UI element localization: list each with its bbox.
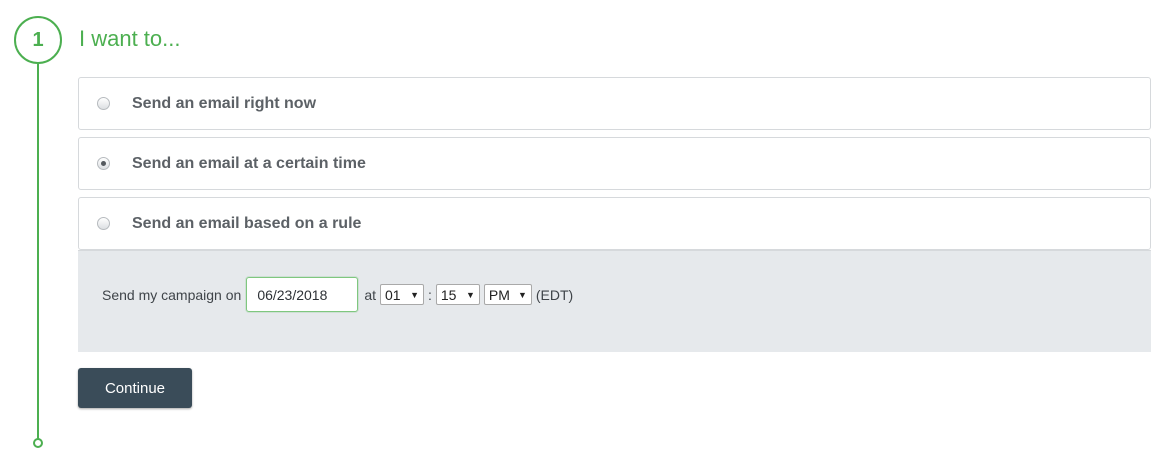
ampm-select[interactable]: PM ▼ bbox=[483, 284, 532, 305]
date-input[interactable] bbox=[246, 277, 359, 312]
at-label: at bbox=[364, 286, 376, 303]
schedule-row: Send my campaign on at 01 ▼ : 15 ▼ PM ▼ … bbox=[102, 277, 573, 312]
option-label: Send an email at a certain time bbox=[132, 154, 366, 172]
step-number: 1 bbox=[32, 28, 44, 51]
radio-send-certain-time[interactable] bbox=[97, 157, 110, 170]
option-send-by-rule[interactable]: Send an email based on a rule bbox=[78, 197, 1151, 250]
option-send-now[interactable]: Send an email right now bbox=[78, 77, 1151, 130]
dropdown-arrow-icon: ▼ bbox=[465, 289, 475, 300]
radio-send-now[interactable] bbox=[97, 97, 110, 110]
ampm-value: PM bbox=[488, 286, 510, 303]
time-colon: : bbox=[428, 286, 432, 303]
campaign-schedule-page: 1 I want to... Send an email right now S… bbox=[0, 0, 1169, 467]
radio-send-by-rule[interactable] bbox=[97, 217, 110, 230]
schedule-panel: Send my campaign on at 01 ▼ : 15 ▼ PM ▼ … bbox=[78, 250, 1151, 352]
dropdown-arrow-icon: ▼ bbox=[410, 289, 419, 300]
minute-value: 15 bbox=[440, 286, 457, 303]
timezone-label: (EDT) bbox=[535, 286, 574, 303]
hour-value: 01 bbox=[385, 286, 401, 303]
step-number-badge: 1 bbox=[14, 16, 62, 64]
step-end-dot bbox=[33, 438, 43, 448]
send-options-group: Send an email right now Send an email at… bbox=[78, 77, 1151, 257]
continue-button[interactable]: Continue bbox=[78, 368, 192, 408]
option-label: Send an email right now bbox=[132, 94, 317, 112]
step-progress-line bbox=[37, 63, 39, 440]
minute-select[interactable]: 15 ▼ bbox=[435, 284, 480, 305]
option-label: Send an email based on a rule bbox=[132, 214, 362, 232]
step-title: I want to... bbox=[79, 26, 181, 51]
hour-select[interactable]: 01 ▼ bbox=[380, 284, 424, 305]
schedule-prefix-label: Send my campaign on bbox=[102, 286, 242, 303]
option-send-certain-time[interactable]: Send an email at a certain time bbox=[78, 137, 1151, 190]
dropdown-arrow-icon: ▼ bbox=[517, 289, 527, 300]
